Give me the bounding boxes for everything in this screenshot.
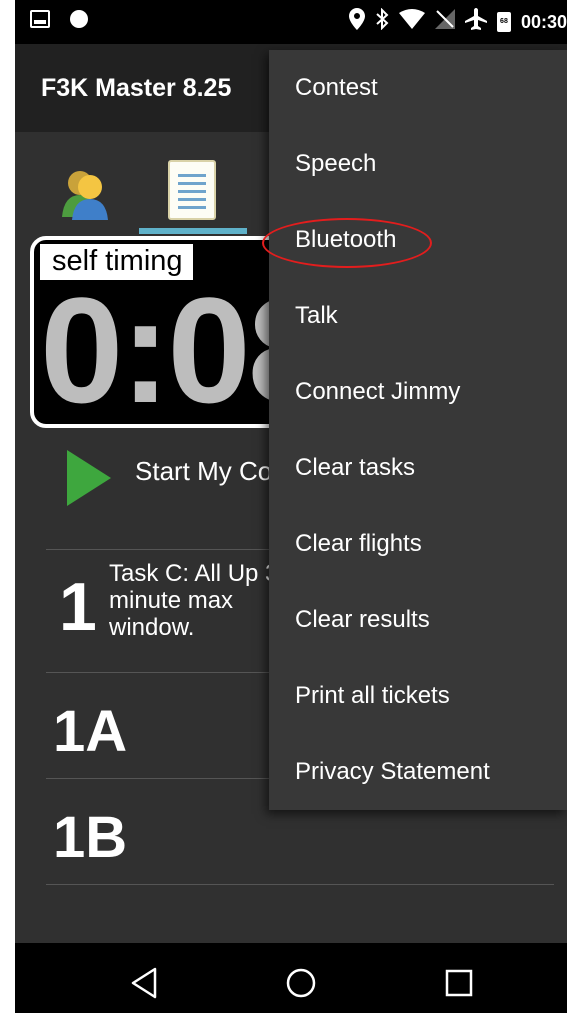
status-right: 68 00:30 [348,7,567,36]
menu-item-print-all-tickets[interactable]: Print all tickets [269,658,567,734]
home-icon[interactable] [281,963,321,1003]
list-icon [178,174,206,177]
location-icon [348,8,365,36]
task-number[interactable]: 1B [53,808,127,868]
list-icon-line [178,182,206,185]
list-icon-line [178,198,206,201]
menu-item-clear-flights[interactable]: Clear flights [269,506,567,582]
menu-item-clear-tasks[interactable]: Clear tasks [269,430,567,506]
back-icon[interactable] [125,963,165,1003]
list-icon-line [178,190,206,193]
gallery-icon [30,10,50,28]
status-left [30,10,88,28]
navigation-bar [15,943,567,1013]
highlight-annotation [262,218,432,268]
divider [46,884,554,885]
play-icon[interactable] [67,450,111,506]
app-title: F3K Master 8.25 [41,74,232,102]
tab-users[interactable] [60,165,110,220]
battery-icon: 68 [496,12,511,32]
menu-item-talk[interactable]: Talk [269,278,567,354]
recents-icon[interactable] [439,963,479,1003]
tab-list[interactable] [168,160,216,220]
airplane-icon [464,8,487,36]
app-screen: 68 00:30 F3K Master 8.25 self timing 0:0… [15,0,567,1013]
list-icon-line [178,206,206,209]
menu-item-privacy-statement[interactable]: Privacy Statement [269,734,567,810]
overflow-menu: Contest Speech Bluetooth Talk Connect Ji… [269,50,567,810]
menu-item-speech[interactable]: Speech [269,126,567,202]
status-time: 00:30 [520,11,567,32]
task-number[interactable]: 1 [59,572,97,642]
status-bar: 68 00:30 [15,0,567,44]
menu-item-contest[interactable]: Contest [269,50,567,126]
wifi-icon [398,9,425,35]
task-number[interactable]: 1A [53,702,127,762]
users-icon [62,171,108,220]
tab-indicator [139,228,247,234]
no-sim-icon [434,9,455,35]
bluetooth-icon [375,7,389,36]
menu-item-clear-results[interactable]: Clear results [269,582,567,658]
dot-icon [70,10,88,28]
menu-item-connect-jimmy[interactable]: Connect Jimmy [269,354,567,430]
